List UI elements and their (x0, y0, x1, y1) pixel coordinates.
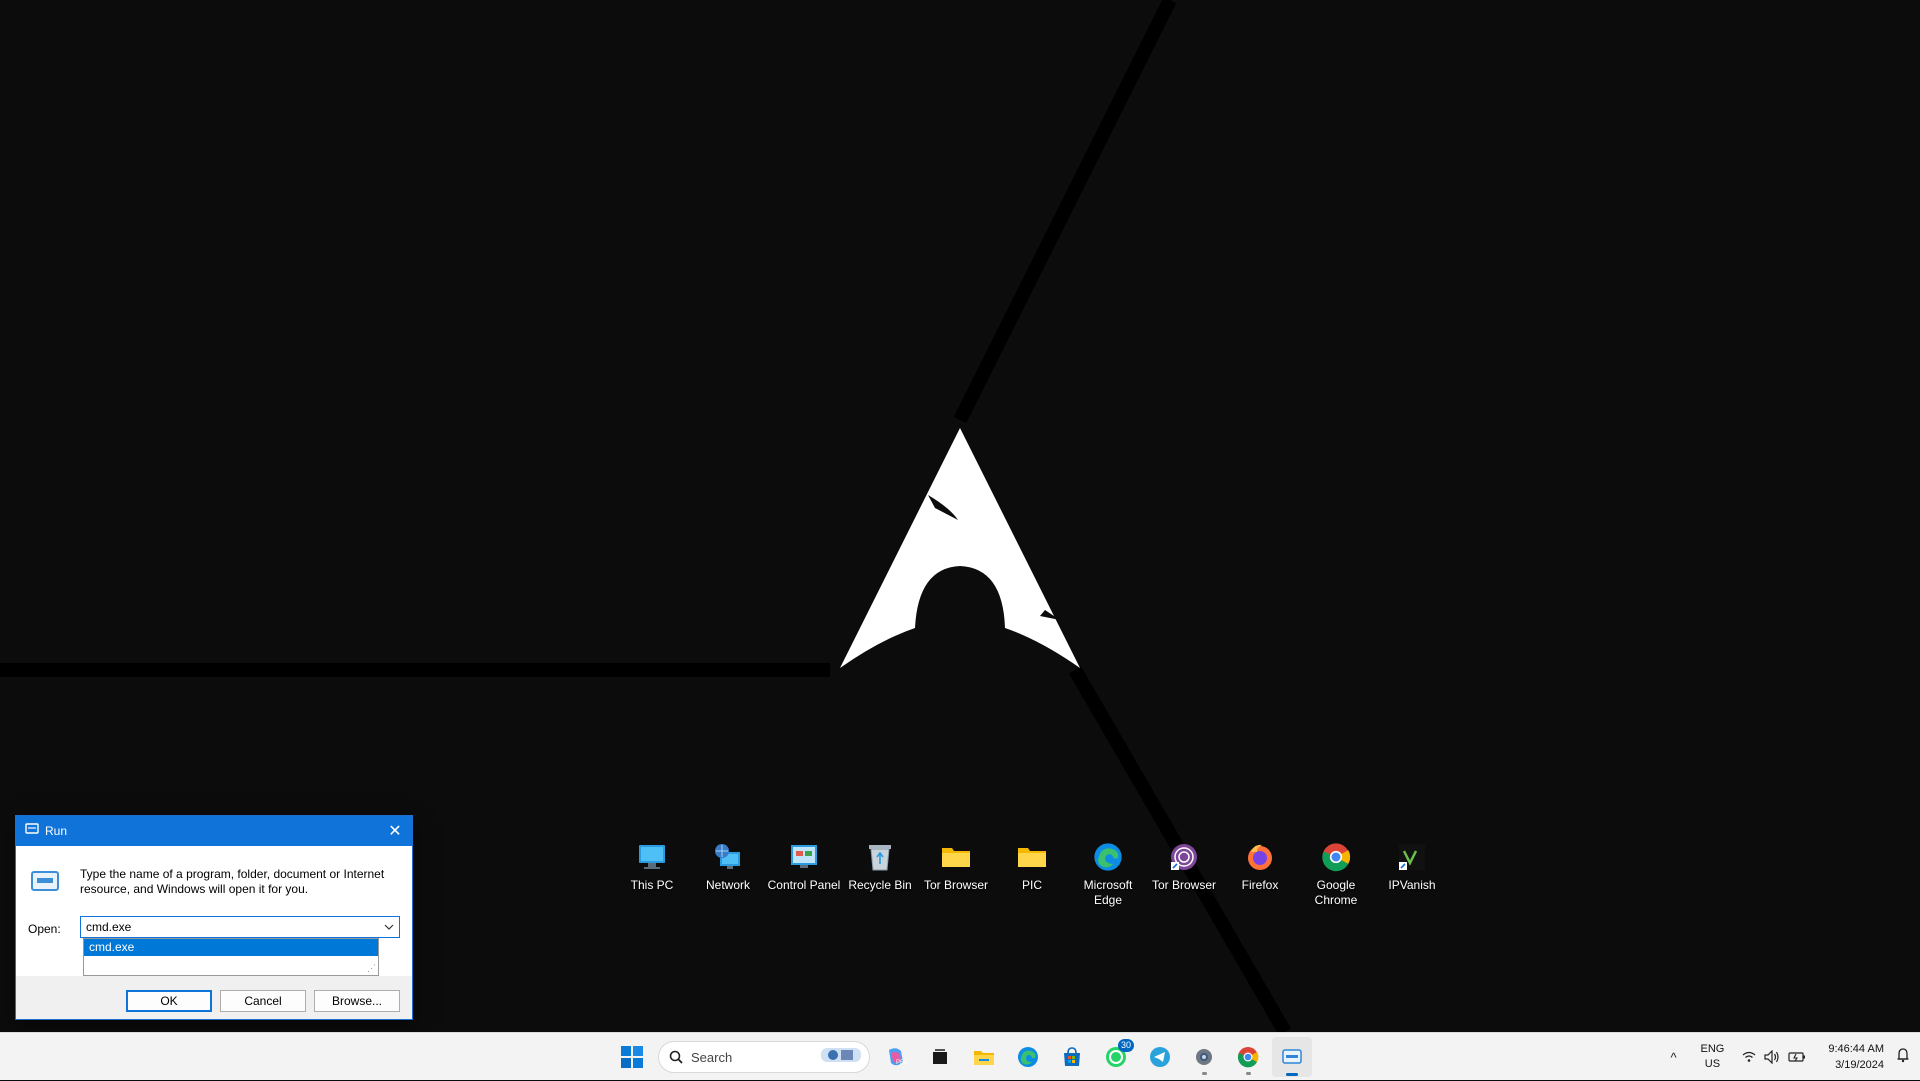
whatsapp-button[interactable]: 30 (1096, 1037, 1136, 1077)
volume-icon[interactable] (1764, 1050, 1780, 1064)
battery-icon[interactable] (1788, 1051, 1806, 1063)
task-view-button[interactable] (920, 1037, 960, 1077)
desktop-icon-label: This PC (631, 878, 674, 893)
chrome-icon (1319, 840, 1353, 874)
desktop-icon-label: Firefox (1242, 878, 1279, 893)
desktop-icon[interactable]: PIC (994, 840, 1070, 908)
run-taskbar-button[interactable] (1272, 1037, 1312, 1077)
windows-start-icon (621, 1046, 643, 1068)
close-icon[interactable]: ✕ (378, 816, 412, 846)
settings-button[interactable] (1184, 1037, 1224, 1077)
search-icon (669, 1050, 683, 1064)
running-indicator (1202, 1072, 1207, 1075)
open-input[interactable] (81, 920, 371, 934)
ok-button[interactable]: OK (126, 990, 212, 1012)
desktop-icon-label: Tor Browser (924, 878, 988, 893)
chevron-up-icon[interactable]: ^ (1661, 1050, 1687, 1065)
clock[interactable]: 9:46:44 AM 3/19/2024 (1828, 1041, 1884, 1073)
search-placeholder: Search (691, 1050, 732, 1065)
clock-time: 9:46:44 AM (1828, 1041, 1884, 1057)
control-panel-icon (787, 840, 821, 874)
whatsapp-badge: 30 (1118, 1039, 1134, 1052)
chevron-down-icon[interactable] (379, 917, 399, 937)
run-description: Type the name of a program, folder, docu… (80, 867, 400, 897)
run-icon (1281, 1048, 1303, 1066)
recycle-bin-icon (863, 840, 897, 874)
system-tray: ^ ENG US 9:46:44 AM 3/19/2024 (1661, 1033, 1920, 1081)
taskbar-search[interactable]: Search (658, 1041, 870, 1073)
autocomplete-list: cmd.exe ⋰ (83, 938, 379, 976)
autocomplete-item[interactable]: cmd.exe (84, 939, 378, 956)
taskbar: Search PRE 30 (0, 1032, 1920, 1080)
open-label: Open: (28, 922, 61, 936)
edge-icon (1091, 840, 1125, 874)
running-indicator (1246, 1072, 1251, 1075)
run-dialog: Run ✕ Type the name of a program, folder… (15, 815, 413, 1020)
desktop-icon-label: Google Chrome (1298, 878, 1374, 908)
notification-icon[interactable] (1896, 1047, 1910, 1068)
network-icon (711, 840, 745, 874)
run-titlebar[interactable]: Run ✕ (16, 816, 412, 846)
desktop-icons: This PC Network Control Panel Recycle Bin To… (614, 840, 1450, 908)
desktop-icon-label: IPVanish (1388, 878, 1435, 893)
taskbar-apps: Search PRE 30 (612, 1033, 1312, 1081)
svg-text:PRE: PRE (896, 1060, 907, 1066)
desktop: This PC Network Control Panel Recycle Bin To… (0, 0, 1920, 1032)
clock-date: 3/19/2024 (1835, 1057, 1884, 1073)
file-explorer-icon (973, 1047, 995, 1067)
language-region: US (1705, 1057, 1720, 1072)
desktop-icon-label: PIC (1022, 878, 1042, 893)
telegram-icon (1149, 1046, 1171, 1068)
open-combobox[interactable] (80, 916, 400, 938)
desktop-icon[interactable]: Google Chrome (1298, 840, 1374, 908)
store-button[interactable] (1052, 1037, 1092, 1077)
wifi-icon[interactable] (1742, 1051, 1756, 1063)
desktop-icon-label: Control Panel (768, 878, 841, 893)
active-indicator (1286, 1073, 1298, 1076)
desktop-icon[interactable]: IPVanish (1374, 840, 1450, 908)
resize-grip-icon[interactable]: ⋰ (367, 963, 376, 974)
telegram-button[interactable] (1140, 1037, 1180, 1077)
edge-icon (1017, 1046, 1039, 1068)
tor-browser-icon (1167, 840, 1201, 874)
desktop-icon[interactable]: This PC (614, 840, 690, 908)
language-indicator[interactable]: ENG US (1701, 1042, 1725, 1072)
chrome-icon (1237, 1046, 1259, 1068)
desktop-icon-label: Network (706, 878, 750, 893)
language-code: ENG (1701, 1042, 1725, 1057)
desktop-icon[interactable]: Tor Browser (918, 840, 994, 908)
folder-icon (939, 840, 973, 874)
run-program-icon (30, 868, 60, 899)
desktop-icon[interactable]: Control Panel (766, 840, 842, 908)
desktop-icon[interactable]: Tor Browser (1146, 840, 1222, 908)
desktop-icon[interactable]: Microsoft Edge (1070, 840, 1146, 908)
edge-taskbar-button[interactable] (1008, 1037, 1048, 1077)
settings-icon (1193, 1046, 1215, 1068)
copilot-icon: PRE (885, 1046, 907, 1068)
run-title-icon (25, 822, 39, 840)
browse-button[interactable]: Browse... (314, 990, 400, 1012)
start-button[interactable] (612, 1037, 652, 1077)
this-pc-icon (635, 840, 669, 874)
microsoft-store-icon (1061, 1046, 1083, 1068)
desktop-icon[interactable]: Firefox (1222, 840, 1298, 908)
file-explorer-button[interactable] (964, 1037, 1004, 1077)
ipvanish-icon (1395, 840, 1429, 874)
run-title: Run (45, 824, 67, 838)
firefox-icon (1243, 840, 1277, 874)
desktop-icon-label: Recycle Bin (848, 878, 911, 893)
desktop-icon-label: Microsoft Edge (1070, 878, 1146, 908)
task-view-icon (930, 1047, 950, 1067)
cancel-button[interactable]: Cancel (220, 990, 306, 1012)
desktop-icon-label: Tor Browser (1152, 878, 1216, 893)
copilot-button[interactable]: PRE (876, 1037, 916, 1077)
run-buttons: OK Cancel Browse... (16, 976, 412, 1020)
desktop-icon[interactable]: Recycle Bin (842, 840, 918, 908)
folder-icon (1015, 840, 1049, 874)
desktop-icon[interactable]: Network (690, 840, 766, 908)
search-highlight-icon (819, 1044, 863, 1071)
chrome-taskbar-button[interactable] (1228, 1037, 1268, 1077)
